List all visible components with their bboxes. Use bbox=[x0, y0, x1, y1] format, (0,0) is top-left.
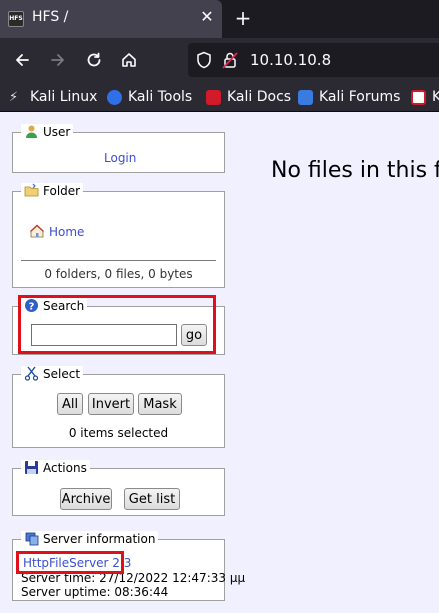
url-text: 10.10.10.8 bbox=[250, 51, 332, 69]
folder-divider bbox=[21, 260, 216, 261]
bookmark-label: Kali Forums bbox=[319, 89, 401, 105]
bookmark-kali-forums[interactable]: Kali Forums bbox=[298, 88, 400, 106]
forward-arrow-icon bbox=[51, 54, 64, 66]
kali-dragon-icon: ⚡ bbox=[9, 89, 19, 105]
get-list-button[interactable]: Get list bbox=[124, 488, 180, 510]
bookmark-kali-tools[interactable]: Kali Tools bbox=[107, 88, 192, 106]
bookmark-label: Kali Linux bbox=[30, 89, 98, 105]
server-icon bbox=[24, 531, 39, 546]
user-legend: User bbox=[21, 124, 74, 139]
version-highlight-box bbox=[16, 551, 124, 574]
bookmarks-toolbar: ⚡ Kali Linux Kali Tools Kali Docs Kali F… bbox=[0, 82, 439, 112]
reload-button[interactable] bbox=[82, 48, 106, 72]
folder-legend: Folder bbox=[21, 183, 84, 198]
invert-selection-button[interactable]: Invert bbox=[88, 393, 134, 415]
url-bar[interactable]: 10.10.10.8 bbox=[188, 43, 439, 77]
archive-button[interactable]: Archive bbox=[60, 488, 112, 510]
bookmark-label: Kali Docs bbox=[227, 89, 292, 105]
tab-title: HFS / bbox=[32, 9, 69, 25]
user-icon bbox=[24, 124, 39, 139]
folder-icon bbox=[24, 183, 39, 198]
new-tab-button[interactable]: + bbox=[232, 6, 254, 30]
selection-status: 0 items selected bbox=[68, 426, 169, 440]
tab-close-icon[interactable]: ✕ bbox=[197, 7, 217, 27]
kali-docs-icon bbox=[206, 89, 221, 105]
no-files-message: No files in this fo bbox=[271, 158, 439, 183]
actions-legend: Actions bbox=[21, 460, 90, 475]
reload-icon bbox=[87, 52, 101, 67]
forward-button[interactable] bbox=[46, 48, 70, 72]
bookmark-kali-linux[interactable]: ⚡ Kali Linux bbox=[9, 88, 97, 106]
shield-icon bbox=[197, 51, 211, 69]
home-icon bbox=[122, 53, 136, 67]
bookmark-kali-docs[interactable]: Kali Docs bbox=[206, 88, 291, 106]
back-button[interactable] bbox=[10, 48, 34, 72]
server-uptime: Server uptime: 08:36:44 bbox=[21, 585, 169, 599]
home-folder-icon bbox=[29, 223, 45, 239]
home-button[interactable] bbox=[117, 48, 141, 72]
bookmark-label: K bbox=[432, 89, 439, 105]
navigation-bar: 10.10.10.8 bbox=[0, 38, 439, 82]
save-disk-icon bbox=[24, 460, 39, 475]
select-panel: Select All Invert Mask 0 items selected bbox=[12, 366, 225, 448]
kali-tools-icon bbox=[107, 89, 122, 105]
select-legend: Select bbox=[21, 366, 84, 381]
kali-forums-icon bbox=[298, 89, 313, 105]
scissors-icon bbox=[24, 366, 39, 381]
login-link[interactable]: Login bbox=[104, 151, 136, 165]
home-link[interactable]: Home bbox=[49, 225, 84, 239]
hfs-favicon-icon: HFS bbox=[8, 11, 24, 27]
back-arrow-icon bbox=[16, 54, 29, 66]
search-highlight-box bbox=[18, 295, 216, 354]
user-panel: User Login bbox=[12, 124, 225, 173]
mask-button[interactable]: Mask bbox=[138, 393, 182, 415]
tab-bar: HFS HFS / ✕ + bbox=[0, 0, 439, 38]
home-link-row[interactable]: Home bbox=[29, 223, 84, 239]
select-all-button[interactable]: All bbox=[57, 393, 83, 415]
bookmark-label: Kali Tools bbox=[128, 89, 193, 105]
insecure-lock-icon bbox=[222, 52, 238, 69]
actions-panel: Actions Archive Get list bbox=[12, 460, 225, 516]
server-info-legend: Server information bbox=[21, 531, 159, 546]
folder-panel: Folder Home 0 folders, 0 files, 0 bytes bbox=[12, 183, 225, 288]
folder-summary: 0 folders, 0 files, 0 bytes bbox=[44, 267, 193, 281]
kali-nethunter-icon bbox=[411, 89, 426, 105]
page-content: User Login Folder Home 0 folders, 0 file… bbox=[0, 113, 439, 613]
tab-hfs[interactable]: HFS HFS / ✕ bbox=[0, 0, 222, 38]
bookmark-overflow[interactable]: K bbox=[411, 88, 439, 106]
